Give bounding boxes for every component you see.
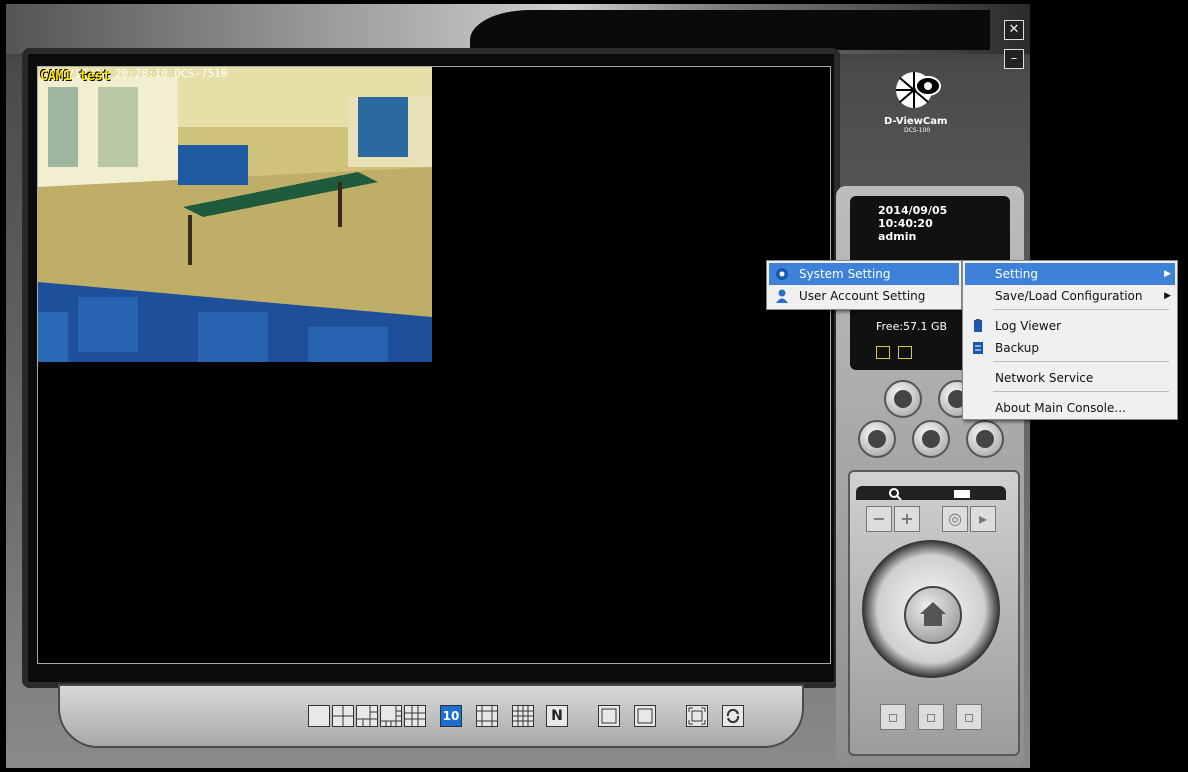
- status-time: 10:40:20: [878, 217, 933, 230]
- camera-icon: [954, 490, 970, 498]
- status-datetime: 2014/09/05 10:40:20 admin: [878, 204, 947, 243]
- title-bar-shadow: [470, 10, 990, 50]
- dviewcam-logo: D-ViewCam DCS-100: [878, 68, 958, 148]
- backup-icon: [973, 342, 983, 354]
- close-button[interactable]: ✕: [1004, 20, 1024, 40]
- zoom-in-button[interactable]: +: [894, 506, 920, 532]
- wrench-icon[interactable]: [966, 420, 1004, 458]
- minimize-button[interactable]: –: [1004, 49, 1024, 69]
- user-icon: [776, 289, 788, 303]
- ptz-header: [856, 486, 1006, 501]
- fullscreen-button[interactable]: [686, 705, 708, 727]
- menu-separator: [993, 309, 1169, 310]
- audio-status-icon: [898, 346, 912, 359]
- submenu-item-save-load[interactable]: Save/Load Configuration ▶: [965, 285, 1175, 307]
- submenu-item-about[interactable]: About Main Console...: [965, 397, 1175, 419]
- camera-image: [38, 67, 432, 362]
- layout-n-button[interactable]: N: [546, 705, 568, 727]
- context-menu: System Setting User Account Setting: [766, 260, 962, 310]
- playback-button[interactable]: [858, 420, 896, 458]
- monitor-status-icon: [876, 346, 890, 359]
- logo-model: DCS-100: [904, 127, 931, 134]
- layout-13-button[interactable]: [476, 705, 498, 727]
- menu-item-label: System Setting: [799, 267, 891, 281]
- layout-4-button[interactable]: [332, 705, 354, 727]
- eye-logo-icon: [896, 72, 941, 108]
- auto-rotate-button[interactable]: [722, 705, 744, 727]
- menu-separator: [993, 361, 1169, 362]
- menu-item-label: User Account Setting: [799, 289, 926, 303]
- alert-button[interactable]: [912, 420, 950, 458]
- submenu-item-backup[interactable]: Backup: [965, 337, 1175, 359]
- status-user: admin: [878, 230, 917, 243]
- camera-view[interactable]: 2000/01/10 20:28:10 DCS-7510 CAM1 test: [38, 67, 432, 362]
- submenu-item-setting[interactable]: Setting ▶: [965, 263, 1175, 285]
- submenu-item-label: Setting: [995, 267, 1038, 281]
- layout-9-button[interactable]: [404, 705, 426, 727]
- home-icon: [920, 602, 946, 626]
- gear-icon: [776, 268, 788, 280]
- submenu-item-network-service[interactable]: Network Service: [965, 367, 1175, 389]
- video-area[interactable]: 2000/01/10 20:28:10 DCS-7510 CAM1 test: [37, 66, 831, 664]
- layout-10-button[interactable]: 10: [440, 705, 462, 727]
- menu-item-system-setting[interactable]: System Setting: [769, 263, 959, 285]
- ptz-preset-2-button[interactable]: ▫: [918, 704, 944, 730]
- submenu-item-label: Log Viewer: [995, 319, 1062, 333]
- previous-page-button[interactable]: [598, 705, 620, 727]
- focus-button[interactable]: ◎: [942, 506, 968, 532]
- record-button[interactable]: [884, 380, 922, 418]
- ptz-preset-1-button[interactable]: ▫: [880, 704, 906, 730]
- menu-separator: [993, 391, 1169, 392]
- log-icon: [974, 319, 982, 332]
- menu-item-user-account-setting[interactable]: User Account Setting: [769, 285, 959, 307]
- submenu-item-label: About Main Console...: [995, 401, 1126, 415]
- layout-8-button[interactable]: [380, 705, 402, 727]
- zoom-icon: [889, 488, 899, 498]
- chevron-right-icon: ▶: [1164, 291, 1171, 301]
- zoom-out-button[interactable]: −: [866, 506, 892, 532]
- camera-label: CAM1 test: [40, 69, 111, 84]
- status-date: 2014/09/05: [878, 204, 948, 217]
- iris-button[interactable]: ▸: [970, 506, 996, 532]
- submenu-item-label: Backup: [995, 341, 1039, 355]
- submenu-item-label: Network Service: [995, 371, 1094, 385]
- chevron-right-icon: ▶: [1164, 269, 1171, 279]
- layout-1-button[interactable]: [308, 705, 330, 727]
- layout-6-button[interactable]: [356, 705, 378, 727]
- logo-brand: D-ViewCam: [884, 116, 948, 127]
- submenu-item-label: Save/Load Configuration: [995, 289, 1143, 303]
- free-space: Free:57.1 GB: [876, 320, 948, 333]
- ptz-preset-3-button[interactable]: ▫: [956, 704, 982, 730]
- next-page-button[interactable]: [634, 705, 656, 727]
- setting-submenu: Setting ▶ Save/Load Configuration ▶ Log …: [962, 260, 1178, 420]
- submenu-item-log-viewer[interactable]: Log Viewer: [965, 315, 1175, 337]
- layout-16-button[interactable]: [512, 705, 534, 727]
- home-button[interactable]: [904, 586, 962, 644]
